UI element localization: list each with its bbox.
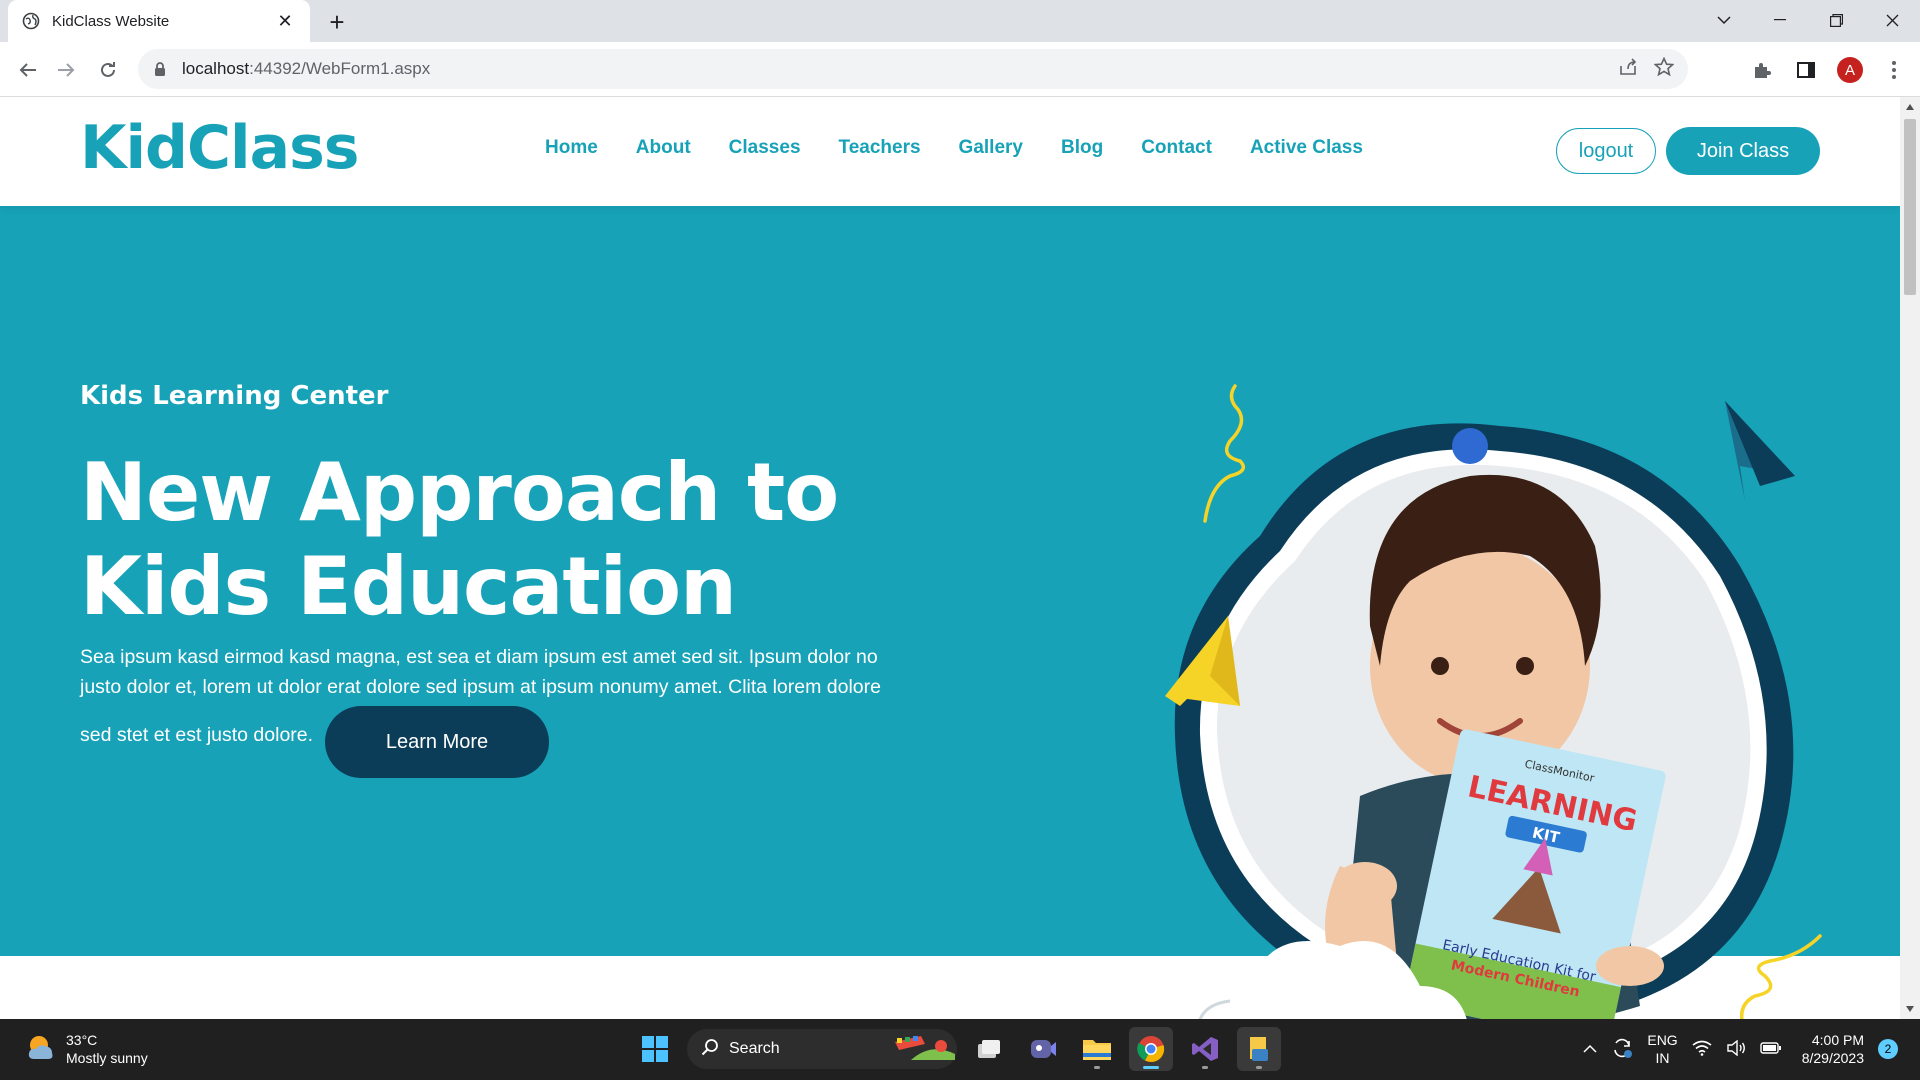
menu-contact[interactable]: Contact: [1141, 137, 1212, 159]
weather-condition: Mostly sunny: [66, 1050, 148, 1066]
taskbar-search[interactable]: Search: [687, 1029, 957, 1069]
clock-date: 8/29/2023: [1801, 1050, 1864, 1066]
search-label: Search: [729, 1040, 780, 1057]
hero-paragraph: Sea ipsum kasd eirmod kasd magna, est se…: [80, 646, 881, 698]
search-highlight-icon: [891, 1032, 957, 1067]
browser-toolbar: localhost:44392/WebForm1.aspx A: [0, 42, 1920, 97]
extensions-puzzle-icon[interactable]: [1746, 54, 1778, 86]
scroll-down-arrow-icon[interactable]: [1900, 1001, 1920, 1017]
page-scrollbar[interactable]: [1900, 97, 1920, 1019]
menu-blog[interactable]: Blog: [1061, 137, 1103, 159]
battery-icon[interactable]: [1760, 1041, 1782, 1057]
windows-taskbar: 33°C Mostly sunny Search ENG IN 4:00 PM …: [0, 1019, 1920, 1080]
back-arrow-icon[interactable]: [12, 54, 44, 86]
main-menu: Home About Classes Teachers Gallery Blog…: [545, 137, 1363, 159]
logout-button[interactable]: logout: [1556, 128, 1656, 174]
system-tray: ENG IN 4:00 PM 8/29/2023 2: [1583, 1027, 1898, 1071]
search-icon: [701, 1038, 719, 1061]
hero-title-line-1: New Approach to: [80, 446, 839, 539]
notification-badge[interactable]: 2: [1878, 1039, 1898, 1059]
menu-about[interactable]: About: [636, 137, 691, 159]
squiggle-decoration-bottom: [1739, 934, 1822, 1019]
clock-time: 4:00 PM: [1811, 1032, 1864, 1048]
address-bar[interactable]: localhost:44392/WebForm1.aspx: [138, 49, 1688, 89]
blue-paper-plane-illustration: [1725, 401, 1795, 501]
tab-title: KidClass Website: [52, 12, 170, 30]
language-indicator[interactable]: ENG IN: [1647, 1031, 1677, 1067]
browser-tab[interactable]: KidClass Website ✕: [8, 0, 310, 42]
menu-gallery[interactable]: Gallery: [959, 137, 1023, 159]
menu-teachers[interactable]: Teachers: [839, 137, 921, 159]
site-logo[interactable]: KidClass: [80, 113, 360, 183]
hero-subtitle: Kids Learning Center: [80, 381, 389, 411]
url-text[interactable]: localhost:44392/WebForm1.aspx: [182, 59, 430, 79]
menu-active-class[interactable]: Active Class: [1250, 137, 1363, 159]
forward-arrow-icon[interactable]: [50, 54, 82, 86]
browser-tab-bar: KidClass Website ✕ +: [0, 0, 1920, 42]
hero-title-line-2: Kids Education: [80, 540, 737, 633]
close-tab-icon[interactable]: ✕: [274, 10, 296, 32]
volume-icon[interactable]: [1726, 1039, 1746, 1059]
visual-studio-icon[interactable]: [1183, 1027, 1227, 1071]
bookmark-star-icon[interactable]: [1653, 56, 1675, 82]
hero-section: Kids Learning Center New Approach to Kid…: [0, 206, 1900, 1019]
tab-search-chevron-icon[interactable]: [1696, 0, 1752, 40]
hero-illustration: LEARNING KIT ClassMonitor Early Educatio…: [1140, 366, 1840, 1019]
profile-avatar[interactable]: A: [1834, 54, 1866, 86]
menu-home[interactable]: Home: [545, 137, 598, 159]
scroll-up-arrow-icon[interactable]: [1900, 99, 1920, 115]
app-icon-yellow-document[interactable]: [1237, 1027, 1281, 1071]
sync-icon[interactable]: [1611, 1037, 1633, 1062]
task-view-button[interactable]: [967, 1027, 1011, 1071]
share-icon[interactable]: [1618, 57, 1638, 81]
squiggle-decoration-top: [1203, 384, 1246, 523]
site-navbar: KidClass Home About Classes Teachers Gal…: [0, 97, 1900, 206]
restore-button[interactable]: [1808, 0, 1864, 40]
lock-icon[interactable]: [152, 61, 168, 77]
join-class-button[interactable]: Join Class: [1666, 127, 1820, 175]
menu-classes[interactable]: Classes: [729, 137, 801, 159]
taskbar-clock[interactable]: 4:00 PM 8/29/2023: [1802, 1031, 1864, 1067]
partly-sunny-icon: [26, 1033, 56, 1066]
show-hidden-icons-chevron-icon[interactable]: [1583, 1041, 1597, 1057]
side-panel-icon[interactable]: [1790, 54, 1822, 86]
chrome-icon[interactable]: [1129, 1027, 1173, 1071]
globe-icon: [22, 12, 40, 30]
new-tab-button[interactable]: +: [322, 7, 352, 37]
browser-menu-icon[interactable]: [1878, 54, 1910, 86]
weather-widget[interactable]: 33°C Mostly sunny: [26, 1031, 148, 1067]
file-explorer-icon[interactable]: [1075, 1027, 1119, 1071]
hero-title: New Approach to Kids Education: [80, 446, 900, 634]
minimize-button[interactable]: [1752, 0, 1808, 40]
temperature: 33°C: [66, 1032, 98, 1048]
close-window-button[interactable]: [1864, 0, 1920, 40]
page-viewport: KidClass Home About Classes Teachers Gal…: [0, 97, 1900, 1019]
scrollbar-thumb[interactable]: [1904, 119, 1916, 295]
start-button[interactable]: [633, 1027, 677, 1071]
hero-paragraph-end: sed stet et est justo dolore.: [80, 724, 314, 746]
reload-icon[interactable]: [92, 54, 124, 86]
wifi-icon[interactable]: [1692, 1040, 1712, 1059]
teams-chat-icon[interactable]: [1021, 1027, 1065, 1071]
learn-more-button[interactable]: Learn More: [325, 706, 549, 778]
